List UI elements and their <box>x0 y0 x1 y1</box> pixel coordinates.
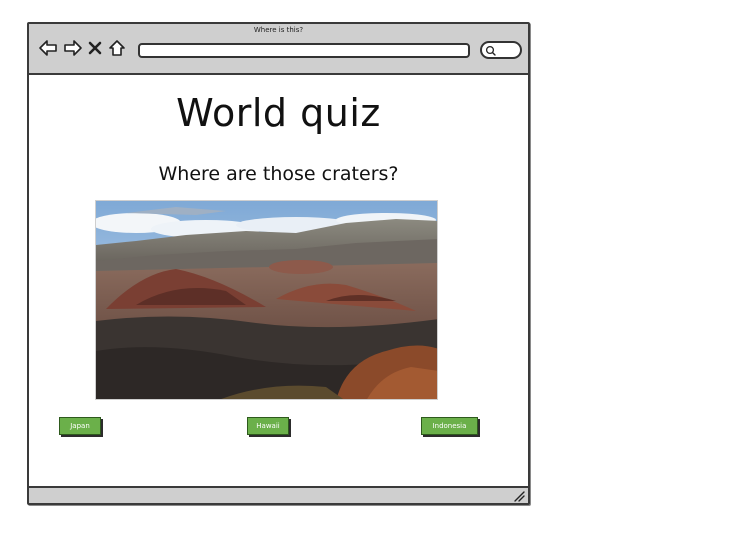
back-arrow-icon <box>39 40 57 56</box>
browser-toolbar: Where is this? <box>29 24 528 75</box>
search-icon <box>485 45 496 56</box>
resize-grip-icon[interactable] <box>513 490 525 502</box>
quiz-question: Where are those craters? <box>158 163 399 185</box>
answer-button-hawaii[interactable]: Hawaii <box>247 417 289 435</box>
browser-window: Where is this? World quiz Where are thos… <box>27 22 530 505</box>
back-button[interactable] <box>37 38 59 58</box>
home-button[interactable] <box>106 38 128 58</box>
page-title: World quiz <box>176 91 381 135</box>
answer-button-japan[interactable]: Japan <box>59 417 101 435</box>
stop-button[interactable] <box>87 38 103 58</box>
forward-arrow-icon <box>64 40 82 56</box>
page-content: World quiz Where are those craters? Japa… <box>29 77 528 488</box>
nav-buttons <box>37 38 128 58</box>
crater-photo <box>95 200 438 400</box>
forward-button[interactable] <box>62 38 84 58</box>
answer-button-indonesia[interactable]: Indonesia <box>421 417 478 435</box>
home-icon <box>109 40 125 56</box>
crater-landscape-image <box>96 201 437 399</box>
window-title: Where is this? <box>253 26 304 34</box>
address-bar[interactable] <box>138 43 470 58</box>
search-field[interactable] <box>480 41 522 59</box>
close-icon <box>88 41 102 55</box>
status-bar <box>29 486 528 503</box>
